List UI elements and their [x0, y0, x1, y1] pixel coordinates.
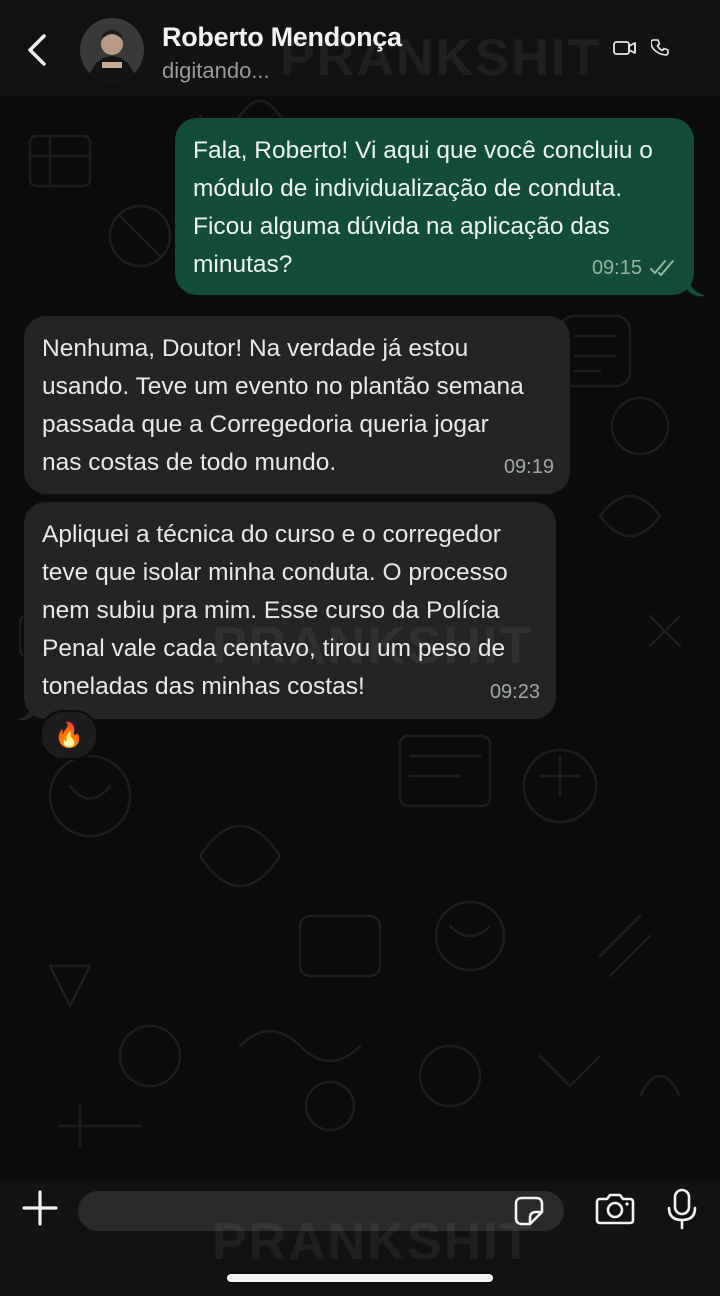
double-check-icon: [650, 260, 674, 276]
message-meta: 09:15: [592, 249, 678, 287]
fire-emoji-reaction: 🔥: [54, 721, 84, 749]
message-time: 09:15: [591, 257, 642, 279]
back-button[interactable]: [18, 26, 54, 74]
message-meta: 09:19: [504, 448, 554, 486]
camera-button[interactable]: [594, 1192, 636, 1231]
avatar[interactable]: [80, 18, 144, 82]
microphone-icon: [667, 1188, 697, 1230]
voice-message-button[interactable]: [666, 1188, 698, 1235]
message-outgoing[interactable]: Fala, Roberto! Vi aqui que você concluiu…: [175, 118, 694, 295]
chevron-left-icon: [28, 34, 46, 66]
message-input[interactable]: [78, 1191, 564, 1231]
message-meta: 09:23: [490, 673, 540, 711]
message-text: Apliquei a técnica do curso e o correged…: [42, 521, 508, 700]
camera-icon: [595, 1193, 635, 1225]
message-time: 09:19: [503, 456, 554, 478]
video-camera-icon: [613, 41, 636, 55]
message-reaction[interactable]: 🔥: [40, 710, 98, 760]
video-call-button[interactable]: [613, 40, 637, 61]
attach-button[interactable]: [22, 1190, 58, 1231]
message-text: Nenhuma, Doutor! Na verdade já estou usa…: [42, 335, 524, 476]
home-indicator[interactable]: [227, 1274, 493, 1282]
plus-icon: [22, 1190, 58, 1226]
contact-status: digitando...: [162, 58, 270, 83]
chat-header: Roberto Mendonça digitando...: [0, 0, 720, 96]
sticker-button[interactable]: [512, 1194, 546, 1233]
voice-call-button[interactable]: [650, 38, 671, 63]
message-incoming[interactable]: Nenhuma, Doutor! Na verdade já estou usa…: [24, 316, 570, 494]
contact-name[interactable]: Roberto Mendonça: [162, 22, 402, 53]
message-incoming[interactable]: Apliquei a técnica do curso e o correged…: [24, 502, 556, 719]
phone-icon: [650, 39, 669, 56]
message-time: 09:23: [489, 681, 540, 703]
sticker-icon: [514, 1196, 544, 1226]
